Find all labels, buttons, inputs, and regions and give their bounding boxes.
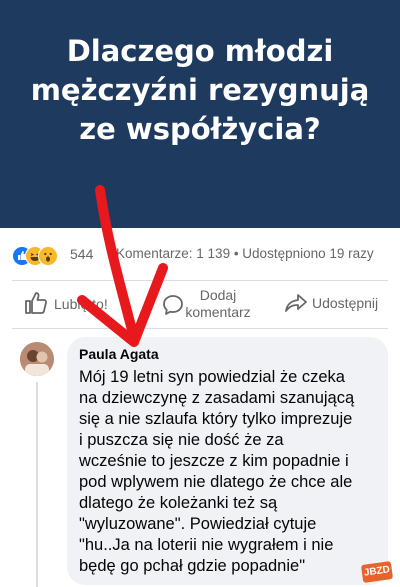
like-button[interactable]: Lubię to! bbox=[24, 285, 124, 325]
comments-shares-count[interactable]: Komentarze: 1 139 • Udostępniono 19 razy bbox=[116, 246, 374, 261]
divider-top bbox=[12, 280, 388, 281]
headline-title: Dlaczego młodzi mężczyźni rezygnują ze w… bbox=[30, 34, 370, 146]
thread-line bbox=[36, 382, 38, 587]
comment-label: Dodaj komentarz bbox=[185, 287, 251, 320]
share-arrow-icon bbox=[284, 292, 308, 317]
headline-banner: Dlaczego młodzi mężczyźni rezygnują ze w… bbox=[0, 0, 400, 228]
comment-bubble-icon bbox=[162, 294, 184, 319]
site-watermark: JBZD bbox=[360, 561, 394, 583]
wow-icon bbox=[38, 246, 58, 266]
reactions-summary[interactable] bbox=[12, 246, 72, 266]
comment-text: Mój 19 letni syn powiedzial że czeka na … bbox=[79, 368, 355, 575]
reaction-count[interactable]: 544 bbox=[70, 246, 93, 262]
comment-button[interactable]: Dodaj komentarz bbox=[162, 285, 262, 325]
divider-bottom bbox=[12, 328, 388, 329]
like-label: Lubię to! bbox=[54, 296, 108, 312]
avatar[interactable] bbox=[20, 342, 54, 376]
share-label: Udostępnij bbox=[312, 295, 379, 311]
thumbs-up-icon bbox=[24, 290, 48, 319]
comment-author[interactable]: Paula Agata bbox=[79, 346, 159, 362]
share-button[interactable]: Udostępnij bbox=[284, 285, 394, 325]
